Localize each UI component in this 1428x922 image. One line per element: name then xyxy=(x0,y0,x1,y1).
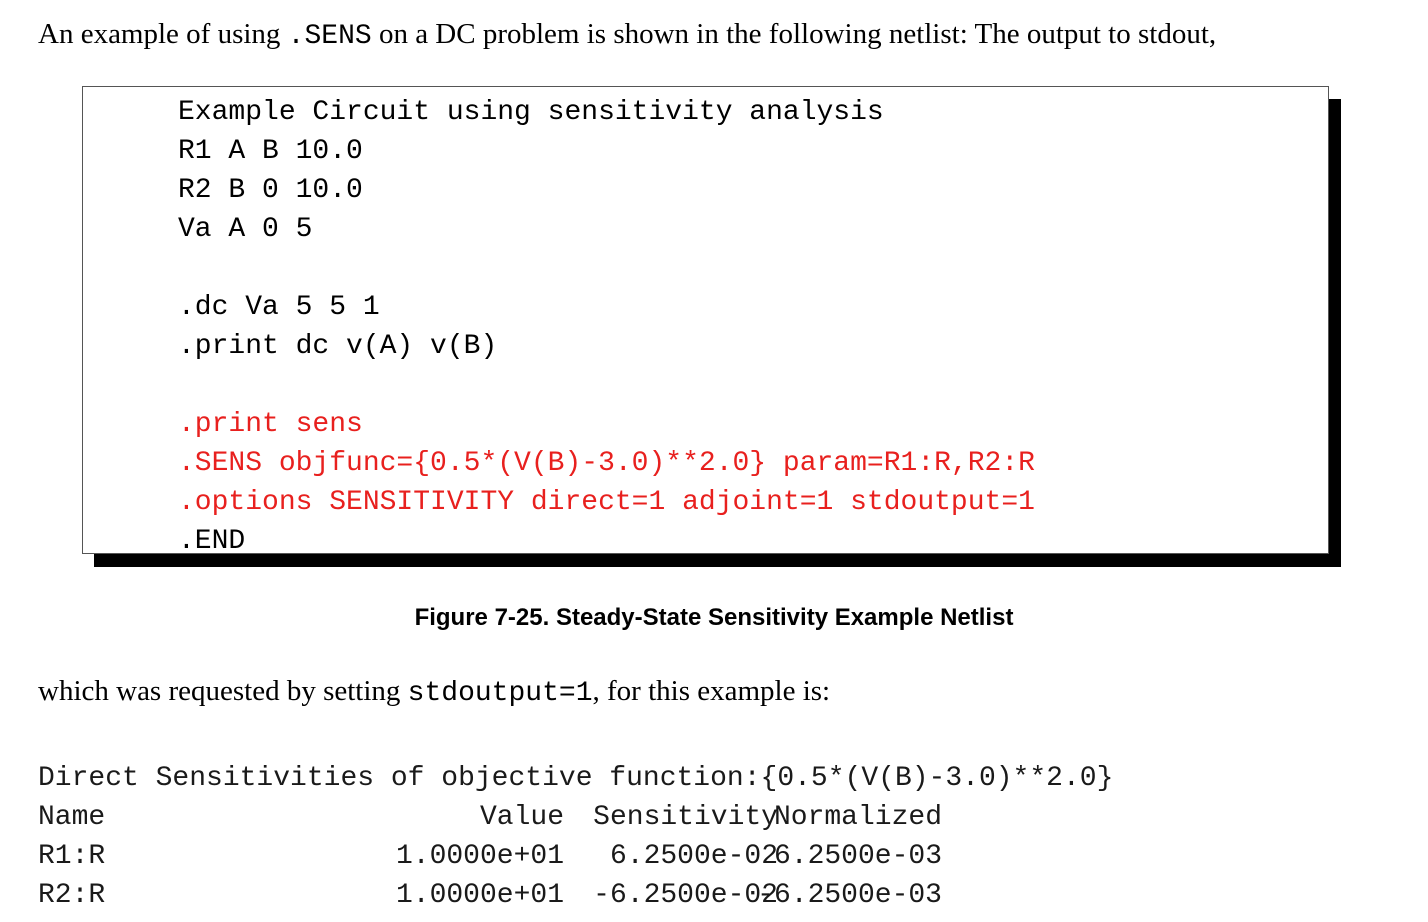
column-header-value: Value xyxy=(479,802,564,833)
netlist-line xyxy=(178,366,1035,405)
followup-paragraph: which was requested by setting stdoutput… xyxy=(38,673,830,712)
row-normalized: -6.2500e-03 xyxy=(757,880,942,911)
netlist-box: Example Circuit using sensitivity analys… xyxy=(82,86,1329,557)
netlist-line: Va A 0 5 xyxy=(178,214,313,245)
intro-text-before: An example of using xyxy=(38,18,288,50)
netlist-line: R2 B 0 10.0 xyxy=(178,175,363,206)
output-column-headers: Name Value Sensitivity Normalized xyxy=(38,798,1038,837)
column-header-normalized: Normalized xyxy=(773,802,942,833)
netlist-line xyxy=(178,249,1035,288)
column-header-name: Name xyxy=(38,802,106,833)
column-header-sensitivity: Sensitivity xyxy=(593,802,778,833)
intro-paragraph: An example of using .SENS on a DC proble… xyxy=(38,16,1216,55)
netlist-line-highlighted: .options SENSITIVITY direct=1 adjoint=1 … xyxy=(178,487,1035,518)
netlist-line-highlighted: .SENS objfunc={0.5*(V(B)-3.0)**2.0} para… xyxy=(178,448,1035,479)
row-sensitivity: 6.2500e-02 xyxy=(609,841,778,872)
row-name: R2:R xyxy=(38,880,106,911)
row-value: 1.0000e+01 xyxy=(395,880,564,911)
row-sensitivity: -6.2500e-02 xyxy=(593,880,778,911)
row-value: 1.0000e+01 xyxy=(395,841,564,872)
netlist-code: Example Circuit using sensitivity analys… xyxy=(178,93,1035,561)
followup-text-before: which was requested by setting xyxy=(38,675,408,707)
intro-text-after: on a DC problem is shown in the followin… xyxy=(371,18,1217,50)
netlist-line: Example Circuit using sensitivity analys… xyxy=(178,97,884,128)
output-row: R1:R 1.0000e+01 6.2500e-02 6.2500e-03 xyxy=(38,837,1038,876)
netlist-line: R1 A B 10.0 xyxy=(178,136,363,167)
output-header: Direct Sensitivities of objective functi… xyxy=(38,763,1114,794)
followup-code-stdoutput: stdoutput=1 xyxy=(407,678,593,709)
netlist-line: .print dc v(A) v(B) xyxy=(178,331,498,362)
netlist-line-highlighted: .print sens xyxy=(178,409,363,440)
followup-text-after: , for this example is: xyxy=(592,675,831,707)
row-name: R1:R xyxy=(38,841,106,872)
stdout-output: Direct Sensitivities of objective functi… xyxy=(38,759,1113,915)
netlist-line: .END xyxy=(178,526,246,557)
figure-caption: Figure 7-25. Steady-State Sensitivity Ex… xyxy=(414,604,1014,631)
output-row: R2:R 1.0000e+01 -6.2500e-02 -6.2500e-03 xyxy=(38,876,1038,915)
netlist-line: .dc Va 5 5 1 xyxy=(178,292,380,323)
intro-code-sens: .SENS xyxy=(287,21,372,52)
row-normalized: 6.2500e-03 xyxy=(773,841,942,872)
